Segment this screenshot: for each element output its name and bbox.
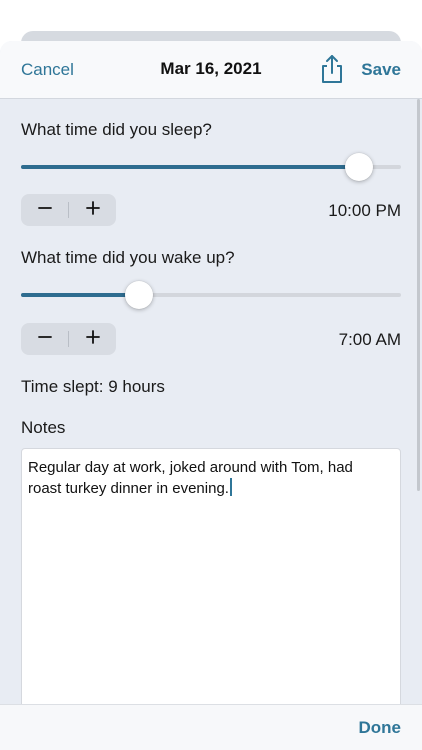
scroll-indicator[interactable] xyxy=(417,99,420,491)
minus-icon xyxy=(37,201,52,220)
notes-textarea[interactable]: Regular day at work, joked around with T… xyxy=(21,448,401,720)
sleep-time-value: 10:00 PM xyxy=(328,201,401,220)
wake-decrement-button[interactable] xyxy=(21,323,68,355)
sleep-time-slider[interactable] xyxy=(21,153,401,181)
slider-thumb[interactable] xyxy=(124,281,153,309)
notes-value: Regular day at work, joked around with T… xyxy=(28,459,353,497)
notes-label: Notes xyxy=(21,418,66,437)
done-button[interactable]: Done xyxy=(359,718,402,738)
slider-fill xyxy=(21,165,360,169)
text-cursor xyxy=(229,478,232,496)
slider-fill xyxy=(21,293,139,297)
slider-thumb[interactable] xyxy=(345,153,374,181)
share-icon[interactable] xyxy=(318,54,346,84)
cancel-button[interactable]: Cancel xyxy=(21,60,74,80)
keyboard-toolbar: Done xyxy=(0,704,422,750)
wake-question-label: What time did you wake up? xyxy=(21,248,235,267)
entry-sheet: Cancel Mar 16, 2021 Save What time did y… xyxy=(0,41,422,750)
wake-time-value: 7:00 AM xyxy=(338,330,401,349)
sleep-time-stepper xyxy=(21,194,116,226)
sleep-increment-button[interactable] xyxy=(69,194,116,226)
plus-icon xyxy=(85,329,100,349)
save-button[interactable]: Save xyxy=(361,60,401,80)
wake-time-stepper xyxy=(21,323,116,355)
minus-icon xyxy=(37,330,52,349)
notes-text: Regular day at work, joked around with T… xyxy=(28,457,390,499)
wake-increment-button[interactable] xyxy=(69,323,116,355)
screen: Cancel Mar 16, 2021 Save What time did y… xyxy=(0,0,422,750)
sleep-decrement-button[interactable] xyxy=(21,194,68,226)
wake-time-slider[interactable] xyxy=(21,281,401,309)
plus-icon xyxy=(85,200,100,220)
navigation-bar: Cancel Mar 16, 2021 Save xyxy=(0,41,422,99)
time-slept-label: Time slept: 9 hours xyxy=(21,377,165,396)
sleep-question-label: What time did you sleep? xyxy=(21,120,212,139)
